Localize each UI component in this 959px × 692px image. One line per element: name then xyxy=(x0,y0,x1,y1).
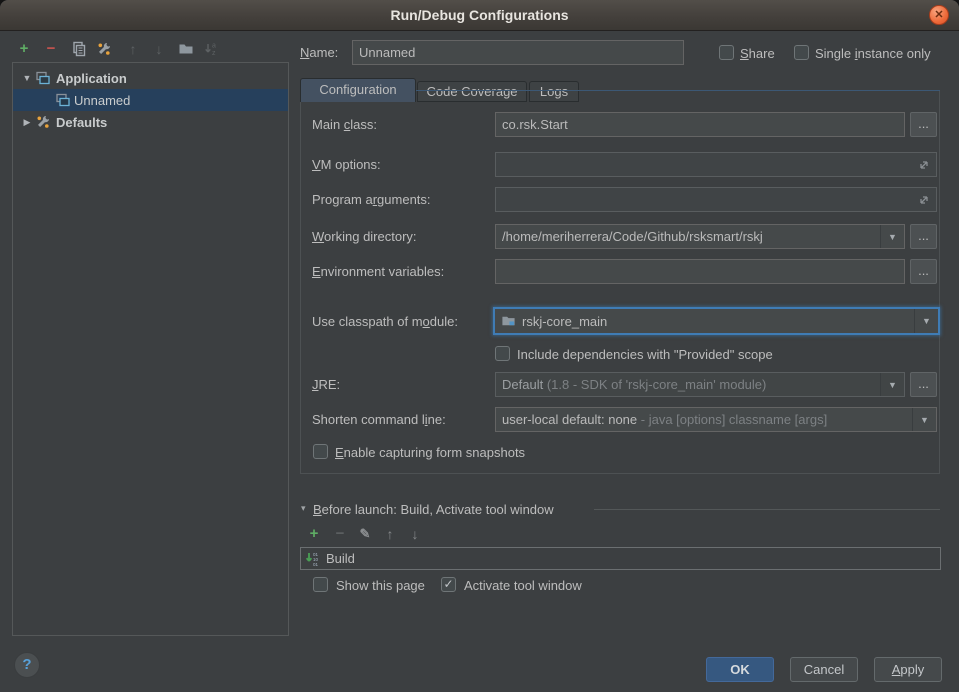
show-this-page-checkbox[interactable] xyxy=(313,577,328,592)
svg-text:a: a xyxy=(212,43,216,50)
move-task-down-icon[interactable]: ↓ xyxy=(406,525,424,543)
application-icon xyxy=(55,92,71,108)
activate-tool-window-label[interactable]: Activate tool window xyxy=(464,577,582,594)
chevron-down-icon[interactable]: ▼ xyxy=(880,373,904,396)
chevron-down-icon[interactable]: ▼ xyxy=(912,408,936,431)
run-debug-configurations-dialog: Run/Debug Configurations ✕ + − ↑ ↓ az ▼ … xyxy=(0,0,959,692)
include-dependencies-label[interactable]: Include dependencies with "Provided" sco… xyxy=(517,346,773,363)
sort-alphabetically-icon[interactable]: az xyxy=(204,41,220,57)
vm-options-label: VM options: xyxy=(312,152,381,177)
remove-task-icon[interactable]: − xyxy=(331,525,349,543)
move-down-icon[interactable]: ↓ xyxy=(150,40,168,58)
svg-text:01: 01 xyxy=(313,562,319,567)
tree-item-defaults[interactable]: ▶ Defaults xyxy=(13,111,288,133)
edit-task-icon[interactable]: ✎ xyxy=(356,525,374,543)
chevron-down-icon[interactable]: ▼ xyxy=(914,309,938,333)
classpath-module-combo[interactable]: rskj-core_main ▼ xyxy=(493,307,940,335)
working-directory-browse-button[interactable]: ... xyxy=(910,224,937,249)
move-up-icon[interactable]: ↑ xyxy=(124,40,142,58)
chevron-down-icon[interactable]: ▼ xyxy=(880,225,904,248)
before-launch-separator xyxy=(594,509,940,510)
module-icon xyxy=(501,313,517,329)
move-task-up-icon[interactable]: ↑ xyxy=(381,525,399,543)
new-folder-icon[interactable] xyxy=(178,41,194,57)
tree-item-application[interactable]: ▼ Application xyxy=(13,67,288,89)
title-bar: Run/Debug Configurations ✕ xyxy=(0,0,959,31)
check-icon: ✓ xyxy=(443,577,453,591)
svg-text:z: z xyxy=(212,50,216,57)
single-instance-checkbox[interactable] xyxy=(794,45,809,60)
share-label[interactable]: Share xyxy=(740,45,775,62)
working-directory-label: Working directory: xyxy=(312,224,417,249)
tree-item-label: Unnamed xyxy=(74,93,130,108)
tree-item-unnamed[interactable]: Unnamed xyxy=(13,89,288,111)
environment-variables-label: Environment variables: xyxy=(312,259,444,284)
ok-button[interactable]: OK xyxy=(706,657,774,682)
wrench-icon xyxy=(35,114,51,130)
jre-label: JRE: xyxy=(312,372,340,397)
task-label: Build xyxy=(326,551,355,566)
expander-open-icon[interactable]: ▼ xyxy=(21,73,33,83)
shorten-command-line-label: Shorten command line: xyxy=(312,407,446,432)
working-directory-combo[interactable]: /home/meriherrera/Code/Github/rsksmart/r… xyxy=(495,224,905,249)
main-class-input[interactable] xyxy=(495,112,905,137)
jre-combo[interactable]: Default (1.8 - SDK of 'rskj-core_main' m… xyxy=(495,372,905,397)
shorten-command-line-combo[interactable]: user-local default: none - java [options… xyxy=(495,407,937,432)
remove-icon[interactable]: − xyxy=(42,40,60,58)
configurations-tree: ▼ Application Unnamed ▶ Defaults xyxy=(12,62,289,636)
add-task-icon[interactable]: + xyxy=(305,525,323,543)
tab-configuration[interactable]: Configuration xyxy=(300,78,416,102)
before-launch-task-row[interactable]: 011001 Build xyxy=(300,547,941,570)
share-checkbox[interactable] xyxy=(719,45,734,60)
enable-capturing-checkbox[interactable] xyxy=(313,444,328,459)
program-arguments-label: Program arguments: xyxy=(312,187,431,212)
cancel-button[interactable]: Cancel xyxy=(790,657,858,682)
expand-field-icon[interactable] xyxy=(917,158,931,172)
close-icon[interactable]: ✕ xyxy=(929,5,949,25)
show-this-page-label[interactable]: Show this page xyxy=(336,577,425,594)
collapse-icon[interactable]: ▾ xyxy=(301,503,306,514)
tree-item-label: Application xyxy=(56,71,127,86)
expander-closed-icon[interactable]: ▶ xyxy=(21,117,33,128)
build-icon: 011001 xyxy=(305,551,321,567)
classpath-module-label: Use classpath of module: xyxy=(312,308,458,333)
tree-item-label: Defaults xyxy=(56,115,107,130)
environment-variables-browse-button[interactable]: ... xyxy=(910,259,937,284)
before-launch-header[interactable]: Before launch: Build, Activate tool wind… xyxy=(313,501,554,518)
jre-browse-button[interactable]: ... xyxy=(910,372,937,397)
main-class-label: Main class: xyxy=(312,112,377,137)
window-title: Run/Debug Configurations xyxy=(0,0,959,30)
edit-defaults-wrench-icon[interactable] xyxy=(96,41,112,57)
program-arguments-input[interactable] xyxy=(495,187,937,212)
expand-field-icon[interactable] xyxy=(917,193,931,207)
enable-capturing-label[interactable]: Enable capturing form snapshots xyxy=(335,444,525,461)
environment-variables-input[interactable] xyxy=(495,259,905,284)
apply-button[interactable]: Apply xyxy=(874,657,942,682)
single-instance-label[interactable]: Single instance only xyxy=(815,45,931,62)
help-icon[interactable]: ? xyxy=(14,652,40,678)
vm-options-input[interactable] xyxy=(495,152,937,177)
copy-icon[interactable] xyxy=(70,41,86,57)
include-dependencies-checkbox[interactable] xyxy=(495,346,510,361)
main-class-browse-button[interactable]: ... xyxy=(910,112,937,137)
name-label: Name: xyxy=(300,40,338,65)
name-input[interactable] xyxy=(352,40,684,65)
activate-tool-window-checkbox[interactable]: ✓ xyxy=(441,577,456,592)
application-icon xyxy=(35,70,51,86)
add-icon[interactable]: + xyxy=(15,40,33,58)
